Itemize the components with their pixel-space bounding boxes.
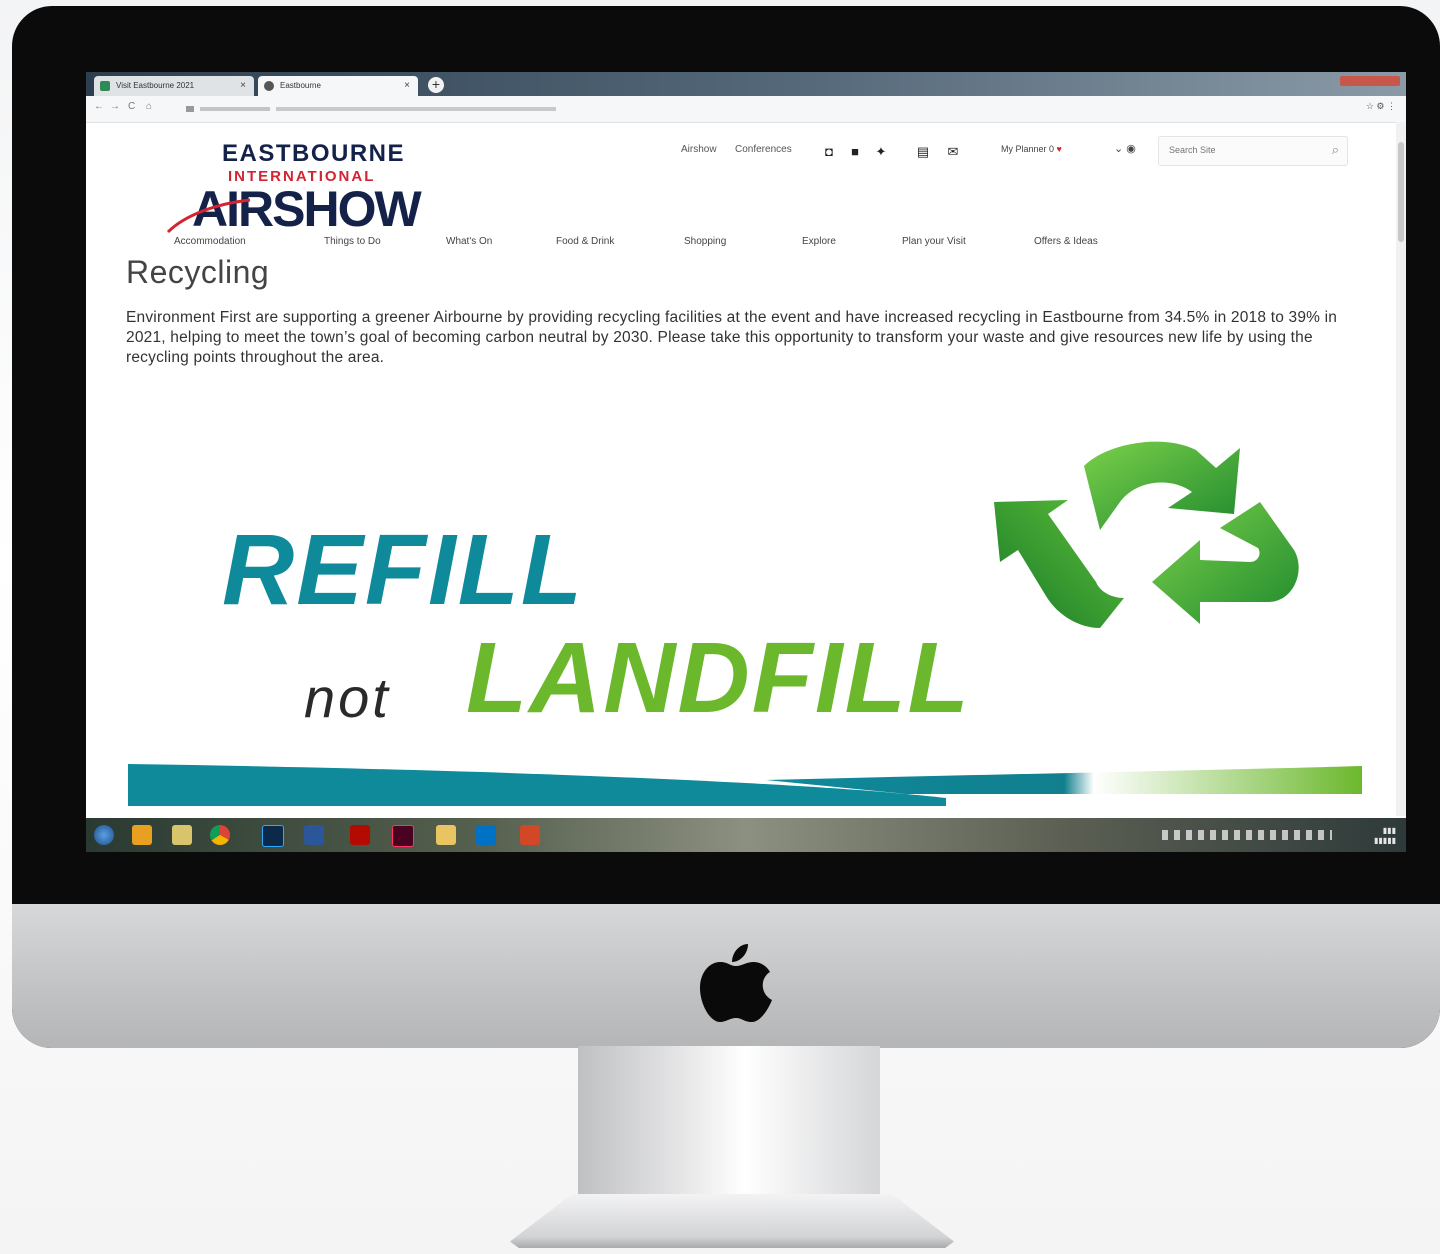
photoshop-icon[interactable] [262, 825, 284, 847]
nav-item-food-drink[interactable]: Food & Drink [556, 236, 614, 247]
chrome-icon[interactable] [210, 825, 230, 845]
close-tab-icon[interactable]: × [240, 76, 246, 96]
search-icon[interactable]: ⌕ [1332, 142, 1339, 158]
scroll-thumb[interactable] [1398, 142, 1404, 242]
screen: Visit Eastbourne 2021 × Eastbourne × + ←… [86, 72, 1406, 852]
powerpoint-icon[interactable] [520, 825, 540, 845]
system-clock[interactable]: ▮▮▮ ▮▮▮▮▮ [1374, 826, 1396, 846]
browser-tab-1[interactable]: Visit Eastbourne 2021 × [94, 76, 254, 96]
tab-favicon-icon [264, 81, 274, 91]
browser-tab-bar: Visit Eastbourne 2021 × Eastbourne × + [86, 72, 1406, 96]
url-text-blur [186, 106, 556, 112]
airshow-logo[interactable]: EASTBOURNE INTERNATIONAL AIRSHOW [164, 140, 434, 240]
tab-label: Eastbourne [280, 81, 321, 90]
outlook-folder-icon[interactable] [172, 825, 192, 845]
top-link-airshow[interactable]: Airshow [681, 144, 717, 155]
nav-item-accommodation[interactable]: Accommodation [174, 236, 246, 247]
tab-label: Visit Eastbourne 2021 [116, 81, 195, 90]
new-tab-button[interactable]: + [428, 77, 444, 93]
nav-item-whats-on[interactable]: What's On [446, 236, 492, 247]
mail-icon[interactable]: ✉ [945, 144, 961, 160]
extensions-icon[interactable]: ☆ ⚙ ⋮ [1366, 101, 1396, 112]
heart-icon: ♥ [1056, 144, 1062, 154]
intro-paragraph: Environment First are supporting a green… [126, 309, 1338, 366]
facebook-icon[interactable]: ■ [847, 144, 863, 160]
word-icon[interactable] [304, 825, 324, 845]
explorer-icon[interactable] [132, 825, 152, 845]
home-icon[interactable]: ⌂ [146, 101, 152, 112]
planner-label: My Planner 0 [1001, 144, 1055, 154]
instagram-icon[interactable]: ◘ [821, 144, 837, 160]
nav-item-things-to-do[interactable]: Things to Do [324, 236, 381, 247]
reload-icon[interactable]: C [128, 101, 135, 112]
language-selector[interactable]: ⌄ ◉ [1114, 142, 1136, 155]
back-icon[interactable]: ← [94, 101, 104, 112]
start-orb-icon[interactable] [94, 825, 114, 845]
main-nav: Accommodation Things to Do What's On Foo… [174, 236, 1234, 252]
nav-item-shopping[interactable]: Shopping [684, 236, 726, 247]
browser-tab-2[interactable]: Eastbourne × [258, 76, 418, 96]
banner-landfill-text: LANDFILL [466, 622, 971, 734]
nav-item-offers-ideas[interactable]: Offers & Ideas [1034, 236, 1098, 247]
close-tab-icon[interactable]: × [404, 76, 410, 96]
system-tray[interactable] [1162, 830, 1332, 840]
refill-not-landfill-banner: REFILL not LANDFILL [126, 432, 1366, 807]
brochure-icon[interactable]: ▤ [915, 144, 931, 160]
monitor-stand-foot [510, 1194, 954, 1248]
search-input[interactable] [1167, 144, 1311, 156]
twitter-icon[interactable]: ✦ [873, 144, 889, 160]
url-field[interactable] [186, 101, 1306, 116]
top-link-conferences[interactable]: Conferences [735, 144, 792, 155]
nav-item-explore[interactable]: Explore [802, 236, 836, 247]
my-planner-link[interactable]: My Planner 0 ♥ [1001, 144, 1062, 154]
page-scrollbar[interactable] [1396, 122, 1406, 816]
monitor-bezel: Visit Eastbourne 2021 × Eastbourne × + ←… [12, 6, 1440, 1048]
search-box[interactable]: ⌕ [1158, 136, 1348, 166]
logo-text-top: EASTBOURNE [222, 140, 406, 167]
forward-icon[interactable]: → [110, 101, 120, 112]
apple-logo-icon [700, 944, 772, 1022]
tab-favicon-icon [100, 81, 110, 91]
folder-icon[interactable] [436, 825, 456, 845]
acrobat-icon[interactable] [350, 825, 370, 845]
monitor-stand-neck [578, 1046, 880, 1196]
window-controls[interactable] [1340, 76, 1400, 86]
nav-item-plan-your-visit[interactable]: Plan your Visit [902, 236, 966, 247]
outlook-icon[interactable] [476, 825, 496, 845]
indesign-icon[interactable] [392, 825, 414, 847]
logo-swoosh-icon [166, 198, 251, 234]
browser-address-bar: ← → C ⌂ ☆ ⚙ ⋮ [86, 96, 1406, 123]
taskbar: ▮▮▮ ▮▮▮▮▮ [86, 818, 1406, 852]
banner-swoosh [128, 764, 1362, 806]
recycle-icon [994, 441, 1299, 628]
page-title: Recycling [126, 254, 270, 290]
banner-not-text: not [304, 666, 391, 729]
banner-refill-text: REFILL [222, 514, 584, 626]
